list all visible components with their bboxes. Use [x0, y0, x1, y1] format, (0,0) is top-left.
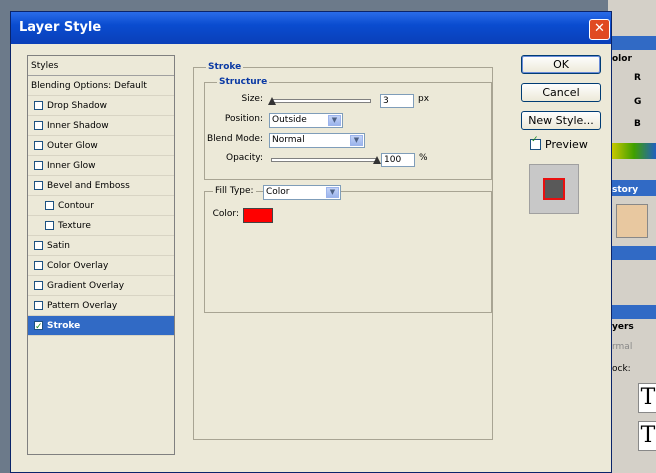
close-button[interactable]: ✕ — [589, 19, 610, 40]
history-thumbnail[interactable] — [616, 204, 648, 238]
position-select[interactable]: Outside ▼ — [269, 113, 343, 128]
style-checkbox[interactable] — [34, 121, 43, 130]
style-item-label: Contour — [58, 201, 94, 211]
style-item-label: Inner Glow — [47, 161, 96, 171]
preview-swatch — [529, 164, 579, 214]
fill-type-value: Color — [266, 187, 290, 197]
style-item[interactable]: Outer Glow — [28, 136, 174, 156]
style-checkbox[interactable] — [34, 281, 43, 290]
size-unit: px — [418, 94, 430, 104]
style-item[interactable]: Stroke — [28, 316, 174, 337]
fill-type-label: Fill Type: — [213, 186, 256, 196]
style-item-label: Color Overlay — [47, 261, 109, 271]
opacity-label: Opacity: — [226, 153, 263, 163]
style-item-label: Inner Shadow — [47, 121, 109, 131]
style-checkbox[interactable] — [34, 317, 43, 337]
type-layer-icon[interactable]: T — [638, 383, 656, 413]
styles-list-header[interactable]: Styles — [28, 56, 174, 76]
fill-type-select[interactable]: Color ▼ — [263, 185, 341, 200]
style-item-label: Pattern Overlay — [47, 301, 118, 311]
style-item[interactable]: Color Overlay — [28, 256, 174, 276]
style-item[interactable]: Inner Shadow — [28, 116, 174, 136]
style-checkbox[interactable] — [34, 141, 43, 150]
style-item-label: Bevel and Emboss — [47, 181, 130, 191]
ok-button[interactable]: OK — [521, 55, 601, 74]
type-layer-icon[interactable]: T — [638, 421, 656, 451]
style-item[interactable]: Inner Glow — [28, 156, 174, 176]
style-item-label: Drop Shadow — [47, 101, 108, 111]
style-checkbox[interactable] — [45, 201, 54, 210]
style-item-label: Stroke — [47, 321, 81, 331]
layer-blend-label: rmal — [612, 342, 633, 352]
stroke-group-title: Stroke — [206, 62, 244, 72]
style-checkbox[interactable] — [34, 101, 43, 110]
size-input[interactable]: 3 — [380, 94, 414, 108]
blend-mode-label: Blend Mode: — [206, 134, 263, 144]
style-item[interactable]: Pattern Overlay — [28, 296, 174, 316]
styles-list: Styles Blending Options: Default Drop Sha… — [27, 55, 175, 455]
new-style-button[interactable]: New Style... — [521, 111, 601, 130]
green-label: G — [634, 97, 642, 107]
style-item[interactable]: Bevel and Emboss — [28, 176, 174, 196]
structure-group-title: Structure — [217, 77, 270, 87]
stroke-color-swatch[interactable] — [243, 208, 273, 223]
red-label: R — [634, 73, 641, 83]
style-item-label: Texture — [58, 221, 91, 231]
style-checkbox[interactable] — [34, 161, 43, 170]
style-item-label: Satin — [47, 241, 70, 251]
size-label: Size: — [241, 94, 263, 104]
style-item[interactable]: Contour — [28, 196, 174, 216]
style-item[interactable]: Gradient Overlay — [28, 276, 174, 296]
opacity-input[interactable]: 100 — [381, 153, 415, 167]
style-checkbox[interactable] — [34, 181, 43, 190]
preview-sample — [543, 178, 565, 200]
chevron-down-icon: ▼ — [350, 135, 363, 146]
layers-panel-label: yers — [612, 322, 634, 332]
dialog-title: Layer Style — [19, 20, 102, 35]
style-item-label: Blending Options: Default — [31, 81, 147, 91]
dialog-titlebar[interactable]: Layer Style ✕ — [11, 12, 611, 44]
style-checkbox[interactable] — [45, 221, 54, 230]
style-item[interactable]: Satin — [28, 236, 174, 256]
blend-mode-select[interactable]: Normal ▼ — [269, 133, 365, 148]
layers-panel-titlebar — [608, 305, 656, 319]
style-checkbox[interactable] — [34, 261, 43, 270]
blue-label: B — [634, 119, 641, 129]
color-panel-label: olor — [612, 54, 632, 64]
history-footer — [608, 246, 656, 260]
position-value: Outside — [272, 115, 307, 125]
opacity-slider-thumb[interactable] — [373, 156, 381, 164]
color-label: Color: — [212, 209, 239, 219]
background-panel-titlebar — [608, 36, 656, 50]
layer-style-dialog: Layer Style ✕ Styles Blending Options: D… — [10, 11, 612, 473]
style-item[interactable]: Blending Options: Default — [28, 76, 174, 96]
layer-lock-label: ock: — [612, 364, 631, 374]
blend-mode-value: Normal — [272, 135, 305, 145]
style-item-label: Outer Glow — [47, 141, 98, 151]
position-label: Position: — [224, 114, 263, 124]
size-slider-track[interactable] — [271, 99, 371, 103]
preview-label: Preview — [545, 138, 588, 151]
fill-type-group: Fill Type: Color ▼ Color: — [204, 185, 492, 313]
checkbox-icon — [530, 135, 541, 150]
history-panel-label: story — [612, 185, 639, 195]
style-checkbox[interactable] — [34, 241, 43, 250]
stroke-group: Stroke Structure Size: 3 px Position: Ou… — [193, 62, 493, 440]
style-item-label: Gradient Overlay — [47, 281, 125, 291]
style-checkbox[interactable] — [34, 301, 43, 310]
structure-group: Structure Size: 3 px Position: Outside ▼… — [204, 77, 492, 180]
style-item[interactable]: Drop Shadow — [28, 96, 174, 116]
size-slider-thumb[interactable] — [268, 97, 276, 105]
chevron-down-icon: ▼ — [326, 187, 339, 198]
chevron-down-icon: ▼ — [328, 115, 341, 126]
opacity-slider-track[interactable] — [271, 158, 377, 162]
style-item[interactable]: Texture — [28, 216, 174, 236]
opacity-unit: % — [419, 153, 428, 163]
cancel-button[interactable]: Cancel — [521, 83, 601, 102]
color-ramp[interactable] — [612, 143, 656, 159]
close-icon: ✕ — [594, 21, 605, 36]
